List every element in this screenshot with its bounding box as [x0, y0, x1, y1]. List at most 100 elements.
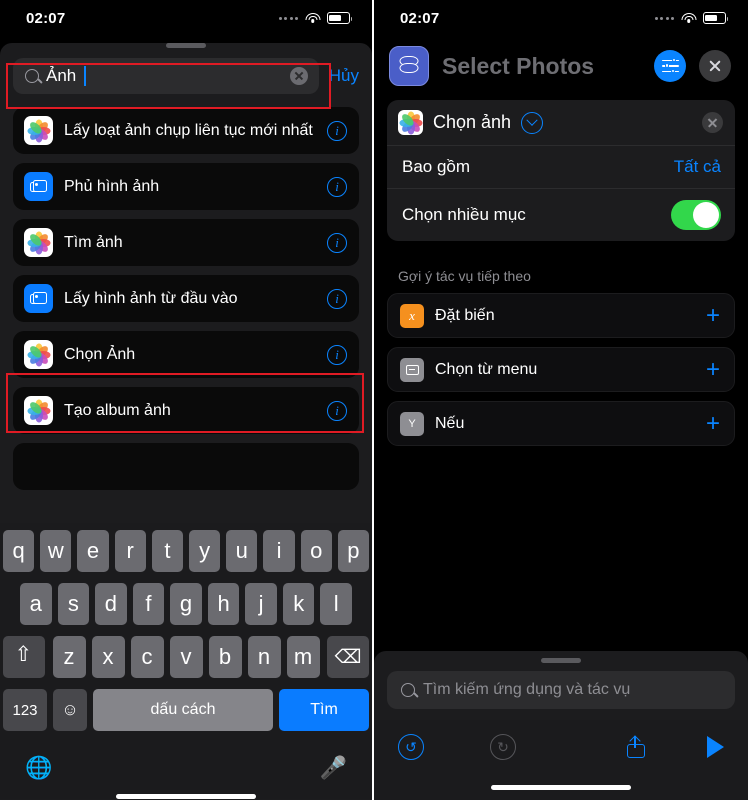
- key-u[interactable]: u: [226, 530, 258, 572]
- sliders-icon[interactable]: [654, 50, 686, 82]
- editor-header: Select Photos: [374, 36, 748, 100]
- remove-action-icon[interactable]: [702, 112, 723, 133]
- suggestions-heading: Gợi ý tác vụ tiếp theo: [398, 268, 531, 284]
- cancel-button[interactable]: Hủy: [329, 66, 359, 86]
- search-value: Ảnh: [46, 66, 77, 85]
- key-n[interactable]: n: [247, 636, 281, 678]
- key-j[interactable]: j: [245, 583, 277, 625]
- key-v[interactable]: v: [169, 636, 203, 678]
- page-title[interactable]: Select Photos: [442, 53, 641, 80]
- add-icon[interactable]: +: [706, 303, 720, 328]
- key-z[interactable]: z: [52, 636, 86, 678]
- key-f[interactable]: f: [132, 583, 165, 625]
- redo-icon[interactable]: ↻: [490, 734, 516, 760]
- list-item[interactable]: Phủ hình ảnh i: [13, 163, 359, 210]
- status-time: 02:07: [400, 9, 440, 27]
- keyboard-row-4: 123 ☺ dấu cách Tìm: [3, 689, 369, 731]
- action-param-chon-nhieu-muc[interactable]: Chọn nhiều mục: [387, 188, 735, 241]
- list-item[interactable]: Tìm ảnh i: [13, 219, 359, 266]
- cellular-signal-icon: [278, 16, 298, 20]
- key-h[interactable]: h: [207, 583, 240, 625]
- sheet-grabber[interactable]: [166, 43, 206, 48]
- key-b[interactable]: b: [208, 636, 242, 678]
- list-item-partial[interactable]: [13, 443, 359, 490]
- key-o[interactable]: o: [300, 530, 332, 572]
- key-p[interactable]: p: [337, 530, 370, 572]
- key-i[interactable]: i: [263, 530, 295, 572]
- key-m[interactable]: m: [286, 636, 320, 678]
- panel-grabber[interactable]: [541, 658, 581, 663]
- key-r[interactable]: r: [114, 530, 146, 572]
- close-icon[interactable]: [699, 50, 731, 82]
- suggestion-label: Nếu: [435, 414, 465, 432]
- action-title-row[interactable]: Chọn ảnh: [387, 100, 735, 145]
- info-icon[interactable]: i: [327, 120, 347, 141]
- action-param-bao-gom[interactable]: Bao gồm Tất cả: [387, 145, 735, 188]
- search-results-list: Lấy loạt ảnh chụp liên tục mới nhất i Ph…: [0, 107, 372, 490]
- editor-bottom: Tìm kiếm ứng dụng và tác vụ ↺ ↻: [374, 651, 748, 800]
- search-icon: [25, 69, 39, 83]
- editor-toolbar: ↺ ↻: [374, 720, 748, 774]
- key-q[interactable]: q: [2, 530, 35, 572]
- battery-icon: [327, 12, 353, 24]
- clear-icon[interactable]: [289, 67, 308, 85]
- backspace-icon[interactable]: ⌫: [327, 636, 369, 678]
- info-icon[interactable]: i: [327, 344, 347, 365]
- info-icon[interactable]: i: [327, 288, 347, 309]
- action-card: Chọn ảnh Bao gồm Tất cả Chọn nhiều mục: [387, 100, 735, 241]
- numbers-key[interactable]: 123: [3, 689, 47, 731]
- info-icon[interactable]: i: [327, 176, 347, 197]
- key-k[interactable]: k: [282, 583, 315, 625]
- add-icon[interactable]: +: [706, 411, 720, 436]
- key-t[interactable]: t: [151, 530, 183, 572]
- status-indicators: [654, 12, 729, 24]
- space-key[interactable]: dấu cách: [93, 689, 273, 731]
- key-x[interactable]: x: [91, 636, 125, 678]
- share-icon[interactable]: [627, 734, 645, 758]
- chevron-down-icon[interactable]: [521, 111, 544, 134]
- info-icon[interactable]: i: [327, 232, 347, 253]
- key-g[interactable]: g: [170, 583, 202, 625]
- suggestion-item[interactable]: Chọn từ menu +: [387, 347, 735, 392]
- variable-icon: x: [400, 303, 424, 328]
- param-value[interactable]: Tất cả: [674, 157, 721, 177]
- play-icon[interactable]: [707, 736, 724, 758]
- key-c[interactable]: c: [130, 636, 164, 678]
- param-label: Bao gồm: [402, 157, 471, 176]
- list-item[interactable]: Lấy loạt ảnh chụp liên tục mới nhất i: [13, 107, 359, 154]
- key-e[interactable]: e: [77, 530, 109, 572]
- globe-icon[interactable]: 🌐: [25, 755, 52, 781]
- cellular-signal-icon: [654, 16, 674, 20]
- key-y[interactable]: y: [189, 530, 221, 572]
- key-w[interactable]: w: [40, 530, 72, 572]
- list-item-label: Chọn Ảnh: [64, 345, 136, 363]
- list-item[interactable]: Tạo album ảnh i: [13, 387, 359, 434]
- status-time: 02:07: [26, 9, 66, 27]
- suggestion-item[interactable]: x Đặt biến +: [387, 293, 735, 338]
- search-input[interactable]: Ảnh: [13, 58, 319, 94]
- if-icon: Y: [400, 411, 424, 436]
- keyboard-row-2: asdfghjkl: [3, 583, 369, 625]
- key-s[interactable]: s: [57, 583, 90, 625]
- list-item-chon-anh[interactable]: Chọn Ảnh i: [13, 331, 359, 378]
- add-icon[interactable]: +: [706, 357, 720, 382]
- undo-icon[interactable]: ↺: [398, 734, 424, 760]
- action-search-input[interactable]: Tìm kiếm ứng dụng và tác vụ: [387, 671, 735, 709]
- search-go-button[interactable]: Tìm: [279, 689, 369, 731]
- action-search-panel: Tìm kiếm ứng dụng và tác vụ: [374, 651, 748, 720]
- info-icon[interactable]: i: [327, 400, 347, 421]
- key-d[interactable]: d: [95, 583, 127, 625]
- virtual-keyboard: qwertyuiop asdfghjkl zxcvbnm ⌫ 123 ☺ dấu…: [0, 523, 372, 799]
- search-placeholder: Tìm kiếm ứng dụng và tác vụ: [423, 681, 631, 698]
- list-item[interactable]: Lấy hình ảnh từ đầu vào i: [13, 275, 359, 322]
- status-indicators: [278, 12, 353, 24]
- shortcuts-icon[interactable]: [389, 46, 429, 86]
- key-l[interactable]: l: [320, 583, 353, 625]
- wifi-icon: [305, 12, 320, 24]
- emoji-icon[interactable]: ☺: [53, 689, 87, 731]
- suggestion-item[interactable]: Y Nếu +: [387, 401, 735, 446]
- multi-select-toggle[interactable]: [671, 200, 721, 230]
- key-a[interactable]: a: [19, 583, 52, 625]
- shift-icon[interactable]: [3, 636, 45, 678]
- microphone-icon[interactable]: 🎤: [320, 755, 347, 781]
